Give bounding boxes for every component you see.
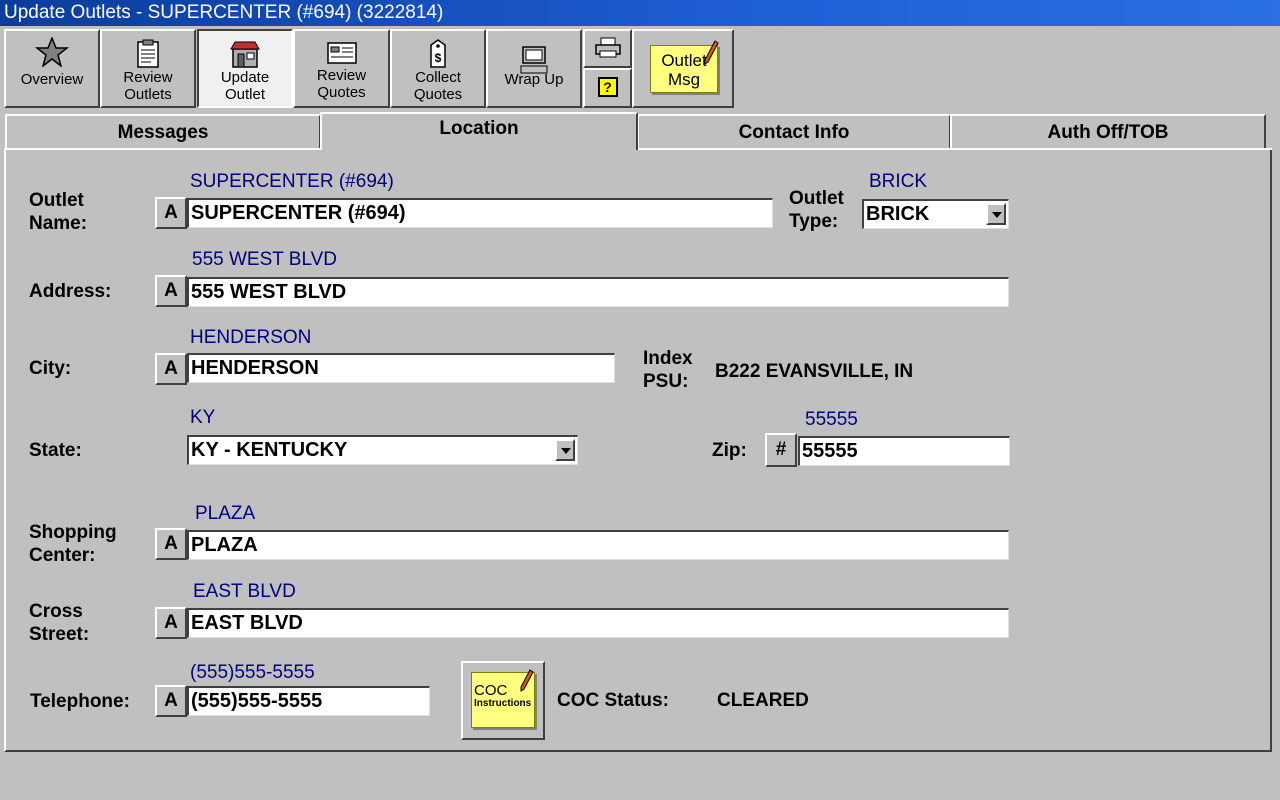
svg-text:$: $ [435,51,442,65]
wrap-up-label: Wrap Up [504,71,564,88]
review-quotes-icon [326,42,357,64]
tab-auth-off-tob[interactable]: Auth Off/TOB [950,114,1266,150]
outlet-msg-line2: Msg [667,70,701,89]
update-outlet-label: Update Outlet [220,69,270,103]
state-original: KY [190,407,216,428]
zip-label: Zip: [712,440,747,461]
cross-street-input[interactable]: EAST BLVD [187,608,1009,638]
zip-format-button[interactable]: # [765,433,797,467]
address-original: 555 WEST BLVD [192,249,338,270]
state-value: KY - KENTUCKY [191,439,348,461]
chevron-down-icon[interactable] [555,439,575,461]
cross-street-original: EAST BLVD [193,581,296,602]
tab-contact-info[interactable]: Contact Info [637,114,951,150]
coc-line2: Instructions [474,698,532,709]
zip-input[interactable]: 55555 [798,436,1010,466]
shopping-center-format-button[interactable]: A [155,528,187,560]
collect-quotes-label: Collect Quotes [413,69,463,103]
coc-note-icon: COC Instructions [471,669,535,728]
zip-original: 55555 [805,409,858,430]
review-quotes-button[interactable]: Review Quotes [293,29,390,108]
outlet-type-label: Outlet Type: [789,188,844,232]
star-icon [35,37,69,67]
outlet-name-original: SUPERCENTER (#694) [190,171,394,192]
outlet-msg-button[interactable]: Outlet Msg [632,29,734,108]
status-bar [0,754,1280,800]
index-psu-value: B222 EVANSVILLE, IN [715,361,914,382]
clipboard-icon [137,39,159,68]
outlet-name-label: Outlet Name: [29,190,88,234]
review-outlets-button[interactable]: Review Outlets [100,29,196,108]
state-select[interactable]: KY - KENTUCKY [187,435,578,465]
shopping-center-original: PLAZA [195,503,256,524]
telephone-original: (555)555-5555 [190,662,315,683]
review-quotes-label: Review Quotes [316,67,367,101]
cross-street-format-button[interactable]: A [155,607,187,639]
outlet-name-input[interactable]: SUPERCENTER (#694) [187,198,773,228]
outlet-name-format-button[interactable]: A [155,197,187,229]
coc-instructions-button[interactable]: COC Instructions [461,661,545,740]
review-outlets-label: Review Outlets [123,69,173,103]
price-tag-icon: $ [430,39,446,68]
printer-icon [594,37,621,58]
collect-quotes-button[interactable]: $ Collect Quotes [390,29,486,108]
chevron-down-icon[interactable] [986,203,1006,225]
cross-street-label: Cross Street: [29,601,90,645]
help-button[interactable]: ? [583,68,632,108]
outlet-type-value: BRICK [866,203,930,225]
print-button[interactable] [583,29,632,68]
index-psu-label: Index PSU: [643,348,693,392]
state-label: State: [29,440,82,461]
city-input[interactable]: HENDERSON [187,353,615,383]
telephone-input[interactable]: (555)555-5555 [187,686,430,716]
coc-status-label: COC Status: [557,690,669,711]
city-original: HENDERSON [190,327,312,348]
wrap-up-button[interactable]: Wrap Up [486,29,582,108]
overview-label: Overview [20,71,84,88]
outlet-type-original: BRICK [869,171,928,192]
pencil-icon [704,40,719,65]
shopping-center-label: Shopping Center: [29,522,117,566]
overview-button[interactable]: Overview [4,29,100,108]
storefront-icon [230,41,260,68]
help-icon: ? [597,77,618,97]
tab-messages[interactable]: Messages [5,114,321,150]
outlet-msg-note-icon: Outlet Msg [650,40,719,93]
update-outlet-button[interactable]: Update Outlet [197,29,293,108]
coc-status-value: CLEARED [717,690,809,711]
city-format-button[interactable]: A [155,353,187,385]
address-input[interactable]: 555 WEST BLVD [187,277,1009,307]
shopping-center-input[interactable]: PLAZA [187,530,1009,560]
tab-location[interactable]: Location [320,112,638,150]
pencil-icon [520,669,534,692]
window-title: Update Outlets - SUPERCENTER (#694) (322… [0,0,1280,26]
address-format-button[interactable]: A [155,275,187,307]
telephone-format-button[interactable]: A [155,685,187,717]
outlet-type-select[interactable]: BRICK [862,199,1009,229]
address-label: Address: [29,281,112,302]
telephone-label: Telephone: [30,691,130,712]
city-label: City: [29,358,72,379]
